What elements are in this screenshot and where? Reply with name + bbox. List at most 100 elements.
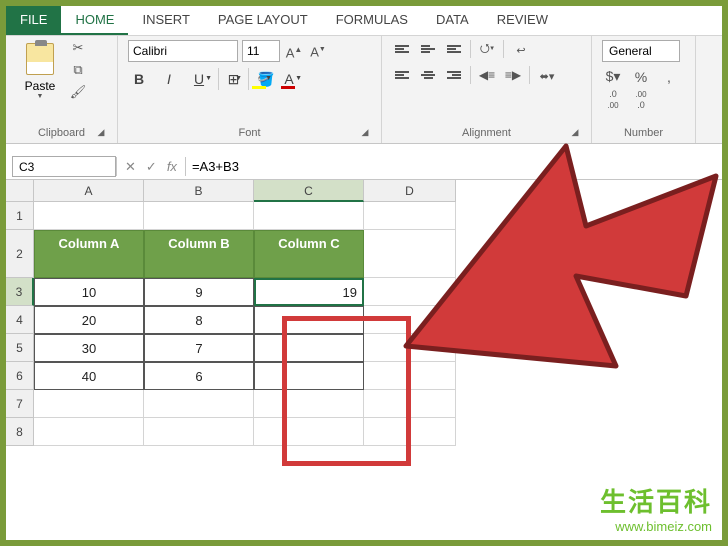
cell-b1[interactable] <box>144 202 254 230</box>
row-header-2[interactable]: 2 <box>6 230 34 278</box>
align-middle-button[interactable] <box>418 40 438 58</box>
increase-indent-button[interactable]: ≡▶ <box>503 66 523 84</box>
accounting-format-button[interactable]: $▾ <box>602 68 624 85</box>
cell-c6[interactable] <box>254 362 364 390</box>
cell-c4[interactable] <box>254 306 364 334</box>
underline-button[interactable]: U▼ <box>188 68 210 90</box>
align-center-button[interactable] <box>418 66 438 84</box>
cell-a6[interactable]: 40 <box>34 362 144 390</box>
cell-c7[interactable] <box>254 390 364 418</box>
font-size-select[interactable] <box>242 40 280 62</box>
cell-d4[interactable] <box>364 306 456 334</box>
accept-formula-icon[interactable]: ✓ <box>146 159 157 175</box>
row-header-7[interactable]: 7 <box>6 390 34 418</box>
col-header-c[interactable]: C <box>254 180 364 202</box>
cell-d1[interactable] <box>364 202 456 230</box>
ribbon-tabs: FILE HOME INSERT PAGE LAYOUT FORMULAS DA… <box>6 6 722 36</box>
watermark-title: 生活百科 <box>600 482 712 519</box>
group-alignment: ⭯▾ ↩ ◀≡ ≡▶ ⬌▾ Alignment ◢ <box>382 36 592 143</box>
align-right-button[interactable] <box>444 66 464 84</box>
tab-file[interactable]: FILE <box>6 6 61 35</box>
cell-a8[interactable] <box>34 418 144 446</box>
row-header-4[interactable]: 4 <box>6 306 34 334</box>
increase-font-size-button[interactable]: A▲ <box>284 40 304 62</box>
col-header-a[interactable]: A <box>34 180 144 202</box>
row-header-3[interactable]: 3 <box>6 278 34 306</box>
decrease-decimal-button[interactable]: .00.0 <box>630 89 652 111</box>
font-color-button[interactable]: A▼ <box>278 68 300 90</box>
percent-format-button[interactable]: % <box>630 69 652 85</box>
alignment-dialog-launcher-icon[interactable]: ◢ <box>569 127 581 139</box>
paste-button[interactable]: Paste ▼ <box>16 40 64 102</box>
cell-a1[interactable] <box>34 202 144 230</box>
formula-input[interactable] <box>186 154 722 179</box>
wrap-text-button[interactable]: ↩ <box>510 40 532 60</box>
cell-c8[interactable] <box>254 418 364 446</box>
align-left-button[interactable] <box>392 66 412 84</box>
copy-button[interactable]: ⧉ <box>68 62 88 80</box>
merge-center-button[interactable]: ⬌▾ <box>536 66 558 86</box>
number-format-select[interactable] <box>602 40 680 62</box>
align-bottom-button[interactable] <box>444 40 464 58</box>
tab-data[interactable]: DATA <box>422 6 483 35</box>
cell-a5[interactable]: 30 <box>34 334 144 362</box>
cell-b6[interactable]: 6 <box>144 362 254 390</box>
cut-button[interactable]: ✂ <box>68 40 88 58</box>
align-top-button[interactable] <box>392 40 412 58</box>
row-header-5[interactable]: 5 <box>6 334 34 362</box>
select-all-corner[interactable] <box>6 180 34 202</box>
decrease-font-size-button[interactable]: A▼ <box>308 40 328 62</box>
orientation-button[interactable]: ⭯▾ <box>477 40 497 58</box>
tab-home[interactable]: HOME <box>61 6 128 35</box>
cell-a2[interactable]: Column A <box>34 230 144 278</box>
tab-page-layout[interactable]: PAGE LAYOUT <box>204 6 322 35</box>
cell-c1[interactable] <box>254 202 364 230</box>
cell-b8[interactable] <box>144 418 254 446</box>
fx-icon[interactable]: fx <box>167 159 177 174</box>
fill-color-button[interactable]: 🪣▼ <box>248 68 270 90</box>
cell-a4[interactable]: 20 <box>34 306 144 334</box>
font-name-select[interactable] <box>128 40 238 62</box>
formula-bar: ✕ ✓ fx <box>6 154 722 180</box>
tab-insert[interactable]: INSERT <box>128 6 203 35</box>
watermark-url: www.bimeiz.com <box>600 519 712 534</box>
cell-a7[interactable] <box>34 390 144 418</box>
cell-b5[interactable]: 7 <box>144 334 254 362</box>
col-header-d[interactable]: D <box>364 180 456 202</box>
group-label-font: Font ◢ <box>128 125 371 141</box>
cell-d8[interactable] <box>364 418 456 446</box>
col-header-b[interactable]: B <box>144 180 254 202</box>
cell-d3[interactable] <box>364 278 456 306</box>
cell-a3[interactable]: 10 <box>34 278 144 306</box>
cell-d7[interactable] <box>364 390 456 418</box>
font-dialog-launcher-icon[interactable]: ◢ <box>359 127 371 139</box>
cell-b4[interactable]: 8 <box>144 306 254 334</box>
cell-d5[interactable] <box>364 334 456 362</box>
tab-formulas[interactable]: FORMULAS <box>322 6 422 35</box>
group-label-number: Number <box>602 125 685 141</box>
tab-review[interactable]: REVIEW <box>483 6 562 35</box>
group-label-alignment: Alignment ◢ <box>392 125 581 141</box>
cell-c3[interactable]: 19 <box>254 278 364 306</box>
cell-d2[interactable] <box>364 230 456 278</box>
borders-button[interactable]: ⊞▼ <box>218 68 240 90</box>
paste-label: Paste <box>25 79 56 93</box>
format-painter-button[interactable]: 🖌 <box>68 84 88 102</box>
cell-d6[interactable] <box>364 362 456 390</box>
cell-b3[interactable]: 9 <box>144 278 254 306</box>
cancel-formula-icon[interactable]: ✕ <box>125 159 136 175</box>
comma-format-button[interactable]: , <box>658 69 680 85</box>
decrease-indent-button[interactable]: ◀≡ <box>477 66 497 84</box>
row-header-6[interactable]: 6 <box>6 362 34 390</box>
cell-b7[interactable] <box>144 390 254 418</box>
cell-c5[interactable] <box>254 334 364 362</box>
row-header-8[interactable]: 8 <box>6 418 34 446</box>
name-box[interactable] <box>12 156 116 177</box>
cell-b2[interactable]: Column B <box>144 230 254 278</box>
row-header-1[interactable]: 1 <box>6 202 34 230</box>
increase-decimal-button[interactable]: .0.00 <box>602 89 624 111</box>
bold-button[interactable]: B <box>128 68 150 90</box>
clipboard-dialog-launcher-icon[interactable]: ◢ <box>95 127 107 139</box>
italic-button[interactable]: I <box>158 68 180 90</box>
cell-c2[interactable]: Column C <box>254 230 364 278</box>
